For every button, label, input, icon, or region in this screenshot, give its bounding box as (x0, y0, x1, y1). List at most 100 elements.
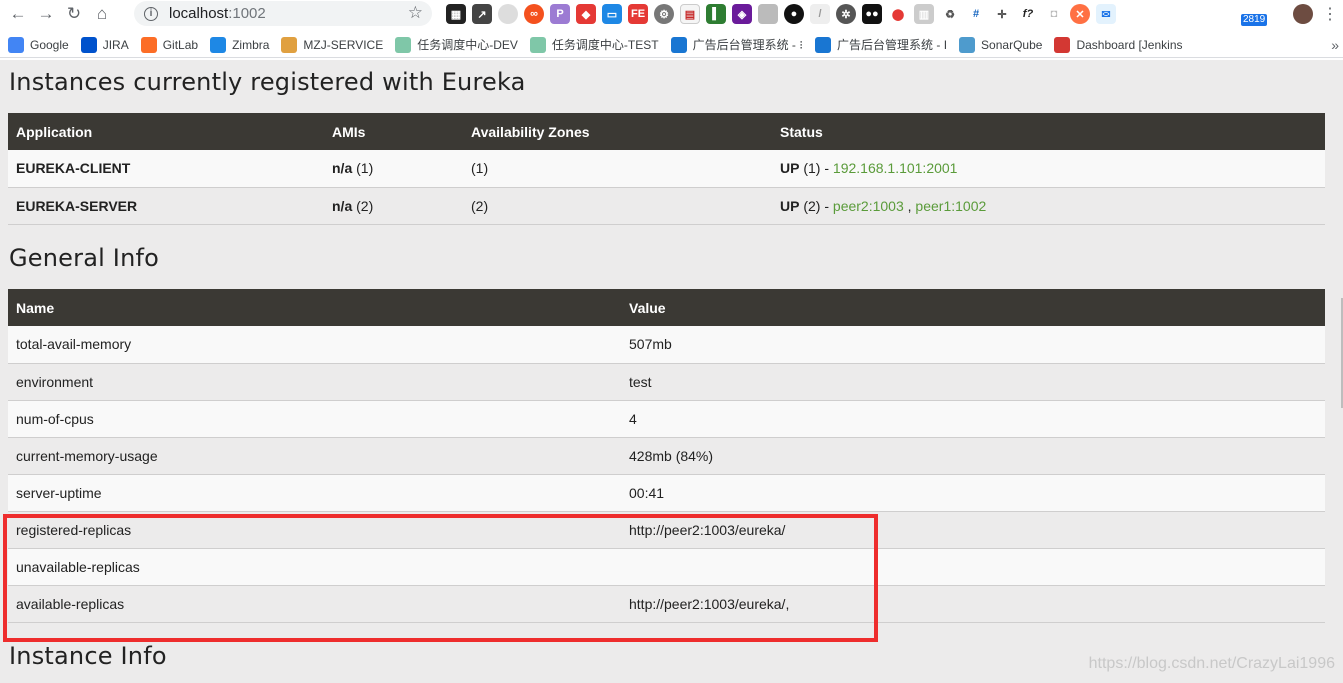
mzj-icon (281, 36, 298, 53)
ami-count: (2) (356, 197, 374, 214)
eureka-page: Instances currently registered with Eure… (0, 60, 1343, 683)
info-value: 4 (621, 400, 1325, 438)
bookmark-label: Dashboard [Jenkins (1076, 37, 1183, 52)
url-text[interactable]: localhost:1002 (169, 5, 266, 22)
bookmark-label: 任务调度中心-TEST (551, 38, 659, 52)
film-extension-icon[interactable]: ✲ (836, 4, 856, 24)
application-name: EUREKA-CLIENT (8, 150, 324, 188)
note-extension-icon[interactable]: ▤ (680, 4, 700, 24)
status-cell: UP (2) - peer2:1003 , peer1:1002 (772, 187, 1325, 225)
color-picker-extension-icon[interactable]: ◆ (576, 4, 596, 24)
general-info-title: General Info (9, 244, 160, 272)
recycle-extension-icon[interactable]: ♻ (940, 4, 960, 24)
chart-extension-icon[interactable]: ↗ (472, 4, 492, 24)
url-host: localhost (169, 5, 229, 22)
zimbra-icon (210, 36, 227, 53)
xxl-icon (395, 36, 412, 53)
fe-extension-icon[interactable]: FE (628, 4, 648, 24)
bookmark-item[interactable]: JIRA (80, 36, 129, 53)
bookmark-label: SonarQube (981, 37, 1043, 52)
gitlab-icon (140, 36, 157, 53)
gear-extension-icon[interactable]: ⚙ (654, 4, 674, 24)
hash-extension-icon[interactable]: # (966, 4, 986, 24)
address-bar[interactable]: i localhost:1002 ☆ (134, 1, 432, 26)
general-header-row: Name Value (8, 289, 1325, 326)
qr-code-extension-icon[interactable]: ▦ (446, 4, 466, 24)
bookmark-label: Google (30, 37, 69, 52)
zones-cell: (1) (463, 150, 772, 188)
info-value: 00:41 (621, 474, 1325, 512)
info-name: num-of-cpus (8, 400, 621, 438)
bookmark-item[interactable]: 任务调度中心-TEST (529, 36, 659, 53)
instance-link[interactable]: peer1:1002 (915, 198, 986, 214)
status-label: UP (780, 197, 800, 214)
ami-label: n/a (332, 160, 353, 177)
function-extension-icon[interactable]: f? (1018, 4, 1038, 24)
green-bars-extension-icon[interactable]: ▌ (706, 4, 726, 24)
more-menu-icon[interactable]: ⋮ (1322, 4, 1338, 24)
bookmark-label: Zimbra (232, 37, 270, 52)
info-name: total-avail-memory (8, 326, 621, 364)
profile-avatar[interactable] (1293, 4, 1313, 24)
instances-table: Application AMIs Availability Zones Stat… (8, 113, 1325, 225)
info-value: http://peer2:1003/eureka/ (621, 511, 1325, 549)
cube-extension-icon[interactable]: ◈ (732, 4, 752, 24)
infinity-extension-icon[interactable]: ∞ (524, 4, 544, 24)
crosshair-extension-icon[interactable]: ✛ (992, 4, 1012, 24)
bookmark-label: 任务调度中心-DEV (417, 38, 518, 52)
amis-cell: n/a (1) (324, 150, 463, 188)
site-info-icon[interactable]: i (144, 6, 158, 21)
home-icon[interactable]: ⌂ (88, 0, 116, 28)
general-info-row: available-replicas http://peer2:1003/eure… (8, 585, 1325, 623)
bookmark-item[interactable]: 广告后台管理系统 - I (815, 36, 947, 53)
x-circle-extension-icon[interactable]: ✕ (1070, 4, 1090, 24)
bookmark-label: 广告后台管理系统 - ⁝ (692, 38, 804, 52)
extensions-bar: ▦ ↗ ∞ P ◆ ▭ FE ⚙ ▤ ▌ ◈ ● / ✲ ●● ⬤ ▥ ♻ # … (446, 3, 1116, 25)
camera-extension-icon[interactable]: ◘ (1044, 4, 1064, 24)
bookmark-item[interactable]: 任务调度中心-DEV (395, 36, 518, 53)
instance-link[interactable]: 192.168.1.101:2001 (833, 160, 958, 176)
bookmark-item[interactable]: MZJ-SERVICE (281, 36, 383, 53)
info-name: registered-replicas (8, 511, 621, 549)
bookmark-item[interactable]: Google (8, 36, 69, 53)
info-name: current-memory-usage (8, 437, 621, 475)
instance-link[interactable]: peer2:1003 (833, 198, 904, 214)
amis-cell: n/a (2) (324, 187, 463, 225)
tampermonkey-extension-icon[interactable]: ●● (862, 4, 882, 24)
rainbow-circle-extension-icon[interactable]: ● (784, 4, 804, 24)
ami-label: n/a (332, 197, 353, 214)
general-info-table: Name Value total-avail-memory 507mb enviro… (8, 289, 1325, 623)
zones-cell: (2) (463, 187, 772, 225)
pdf-extension-icon[interactable]: P (550, 4, 570, 24)
header-amis: AMIs (324, 113, 463, 150)
bookmark-item[interactable]: GitLab (140, 36, 199, 53)
forward-icon[interactable]: → (32, 0, 60, 28)
header-availability-zones: Availability Zones (463, 113, 772, 150)
google-icon (8, 36, 24, 53)
mail-extension-icon[interactable]: ✉ (1096, 4, 1116, 24)
puzzle-extension-icon[interactable]: ▥ (914, 4, 934, 24)
header-application: Application (8, 113, 324, 150)
map-pin-extension-icon[interactable]: ⬤ (888, 4, 908, 24)
instance-info-title: Instance Info (9, 642, 167, 670)
bookmark-item[interactable]: SonarQube (959, 36, 1043, 53)
bookmark-item[interactable]: Zimbra (210, 36, 270, 53)
reload-icon[interactable]: ↻ (60, 0, 88, 28)
bookmarks-bar: Google JIRA GitLab Zimbra MZJ-SERVICE 任务调度中心-… (0, 32, 1343, 58)
info-value: http://peer2:1003/eureka/, (621, 585, 1325, 623)
status-label: UP (780, 160, 800, 177)
feather-extension-icon[interactable]: / (810, 4, 830, 24)
bookmark-item[interactable]: Dashboard [Jenkins (1054, 36, 1183, 53)
instances-header-row: Application AMIs Availability Zones Stat… (8, 113, 1325, 150)
back-icon[interactable]: ← (4, 0, 32, 28)
bookmark-label: GitLab (162, 37, 199, 52)
status-cell: UP (1) - 192.168.1.101:2001 (772, 150, 1325, 188)
ad-admin-icon (670, 36, 687, 53)
bookmark-item[interactable]: 广告后台管理系统 - ⁝ (670, 36, 804, 53)
bookmarks-overflow-icon[interactable]: » (1331, 37, 1339, 53)
grey-square-extension-icon[interactable] (758, 4, 778, 24)
window-extension-icon[interactable]: ▭ (602, 4, 622, 24)
bookmark-star-icon[interactable]: ☆ (408, 3, 423, 23)
ad-admin-icon (815, 36, 832, 53)
grey-circle-extension-icon[interactable] (498, 4, 518, 24)
